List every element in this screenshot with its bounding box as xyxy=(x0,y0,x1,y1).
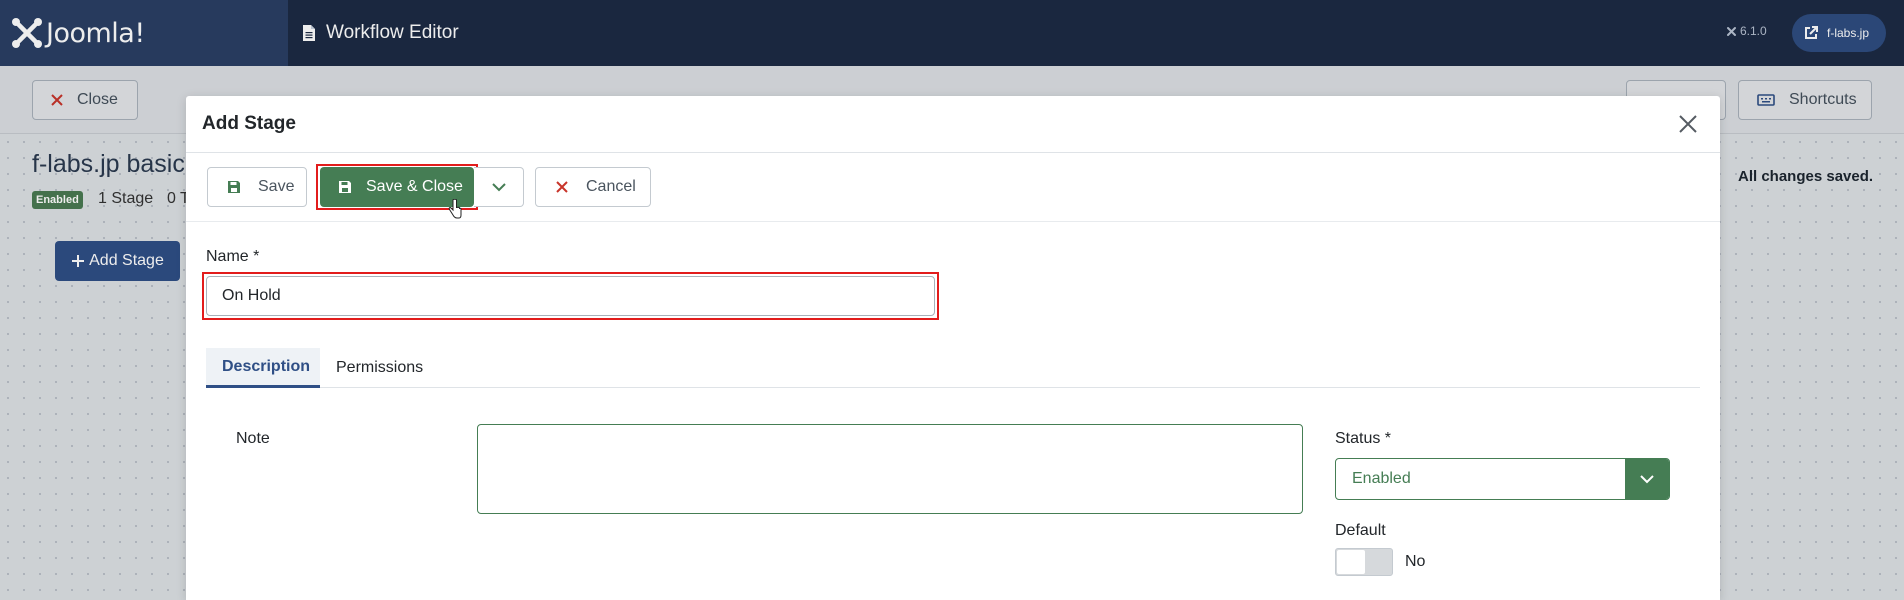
chevron-down-icon xyxy=(491,182,506,191)
mouse-pointer-icon xyxy=(448,199,462,219)
name-input[interactable] xyxy=(206,276,935,316)
chevron-down-icon xyxy=(1640,474,1654,483)
close-icon xyxy=(556,181,568,193)
tab-description-label: Description xyxy=(222,357,311,375)
tab-description[interactable]: Description xyxy=(206,348,320,388)
tab-permissions-label: Permissions xyxy=(336,359,424,376)
modal-tabs: Description Permissions xyxy=(206,348,1700,388)
status-label: Status * xyxy=(1335,430,1392,447)
save-icon xyxy=(339,181,351,193)
name-label: Name * xyxy=(206,248,260,265)
cancel-button-label: Cancel xyxy=(586,178,636,195)
modal-toolbar: Save Save & Close Cancel xyxy=(186,153,1720,222)
status-selected-value: Enabled xyxy=(1352,470,1411,487)
cancel-button[interactable]: Cancel xyxy=(535,167,651,207)
save-button[interactable]: Save xyxy=(207,167,307,207)
toggle-knob xyxy=(1337,550,1365,574)
default-toggle-value: No xyxy=(1405,553,1426,570)
status-select[interactable]: Enabled xyxy=(1335,458,1670,500)
default-toggle[interactable] xyxy=(1335,548,1393,576)
note-textarea[interactable] xyxy=(477,424,1303,514)
status-dropdown-toggle[interactable] xyxy=(1625,459,1669,499)
note-label: Note xyxy=(236,430,270,447)
modal-title: Add Stage xyxy=(202,113,296,134)
modal-header: Add Stage xyxy=(186,96,1720,153)
save-button-label: Save xyxy=(258,178,295,195)
add-stage-modal: Add Stage Save Save & Close Cancel Name … xyxy=(186,96,1720,600)
save-icon xyxy=(228,181,240,193)
tab-permissions[interactable]: Permissions xyxy=(320,348,439,388)
save-close-button-label: Save & Close xyxy=(366,178,463,195)
default-label: Default xyxy=(1335,522,1386,539)
save-options-dropdown[interactable] xyxy=(474,167,524,207)
modal-close-icon[interactable] xyxy=(1674,110,1702,138)
